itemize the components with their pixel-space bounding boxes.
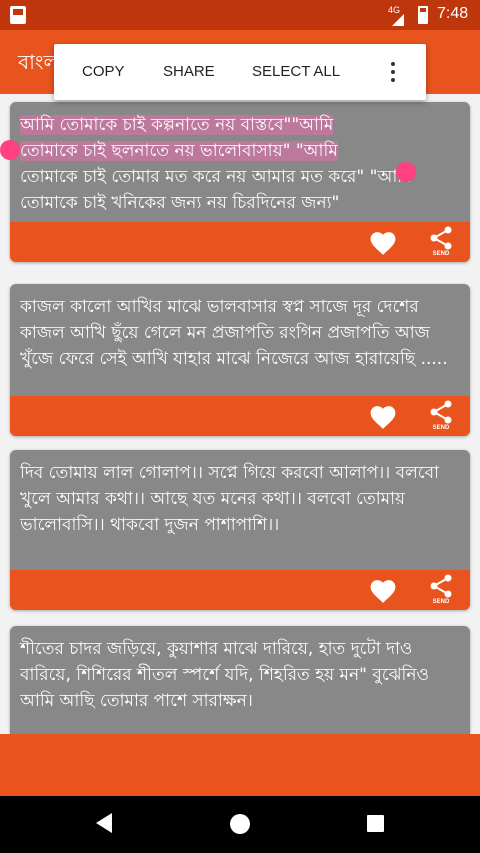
- quote-card[interactable]: কাজল কালো আখির মাঝে ভালবাসার স্বপ্ন সাজে…: [10, 284, 470, 436]
- selected-text-line[interactable]: আমি তোমাকে চাই কল্পনাতে নয় বাস্তবে""আমি: [20, 115, 334, 135]
- text-selection-menu: COPY SHARE SELECT ALL: [54, 44, 426, 100]
- card-action-bar: SEND: [10, 396, 470, 436]
- battery-icon: [418, 6, 428, 24]
- selection-start-handle[interactable]: [0, 140, 20, 160]
- home-icon[interactable]: [230, 814, 250, 834]
- heart-icon[interactable]: [368, 230, 398, 256]
- signal-icon: [392, 14, 404, 26]
- send-label: SEND: [432, 425, 450, 431]
- heart-icon[interactable]: [368, 578, 398, 604]
- quote-text[interactable]: শীতের চাদর জড়িয়ে, কুয়াশার মাঝে দারিয়…: [10, 626, 470, 724]
- share-icon: [430, 400, 452, 424]
- share-icon: [430, 226, 452, 250]
- status-bar: 4G 7:48: [0, 0, 480, 30]
- select-all-menu-item[interactable]: SELECT ALL: [252, 63, 340, 80]
- card-action-bar: SEND: [10, 570, 470, 610]
- card-action-bar: SEND: [10, 222, 470, 262]
- back-icon[interactable]: [96, 813, 112, 833]
- quote-list[interactable]: আমি তোমাকে চাই কল্পনাতে নয় বাস্তবে""আমি…: [0, 94, 480, 734]
- quote-card[interactable]: শীতের চাদর জড়িয়ে, কুয়াশার মাঝে দারিয়…: [10, 626, 470, 734]
- navigation-bar: [0, 796, 480, 853]
- sim-card-icon: [10, 6, 26, 24]
- quote-card[interactable]: আমি তোমাকে চাই কল্পনাতে নয় বাস্তবে""আমি…: [10, 102, 470, 262]
- recents-icon[interactable]: [367, 815, 384, 832]
- selected-text-line[interactable]: তোমাকে চাই ছলনাতে নয় ভালোবাসায়" "আমি: [20, 141, 338, 161]
- selection-end-handle[interactable]: [396, 162, 416, 182]
- quote-text[interactable]: দিব তোমায় লাল গোলাপ।। সপ্নে গিয়ে করবো …: [10, 450, 470, 548]
- send-button[interactable]: SEND: [428, 574, 454, 608]
- copy-menu-item[interactable]: COPY: [82, 63, 125, 80]
- quote-card[interactable]: দিব তোমায় লাল গোলাপ।। সপ্নে গিয়ে করবো …: [10, 450, 470, 610]
- send-label: SEND: [432, 251, 450, 257]
- quote-text-rest: তোমাকে চাই তোমার মত করে নয় আমার মত করে"…: [20, 167, 412, 213]
- send-button[interactable]: SEND: [428, 226, 454, 260]
- send-label: SEND: [432, 599, 450, 605]
- more-options-icon[interactable]: [390, 62, 396, 84]
- clock: 7:48: [437, 5, 469, 22]
- bottom-bar: [0, 734, 480, 796]
- quote-text[interactable]: কাজল কালো আখির মাঝে ভালবাসার স্বপ্ন সাজে…: [10, 284, 470, 382]
- send-button[interactable]: SEND: [428, 400, 454, 434]
- share-icon: [430, 574, 452, 598]
- heart-icon[interactable]: [368, 404, 398, 430]
- share-menu-item[interactable]: SHARE: [163, 63, 215, 80]
